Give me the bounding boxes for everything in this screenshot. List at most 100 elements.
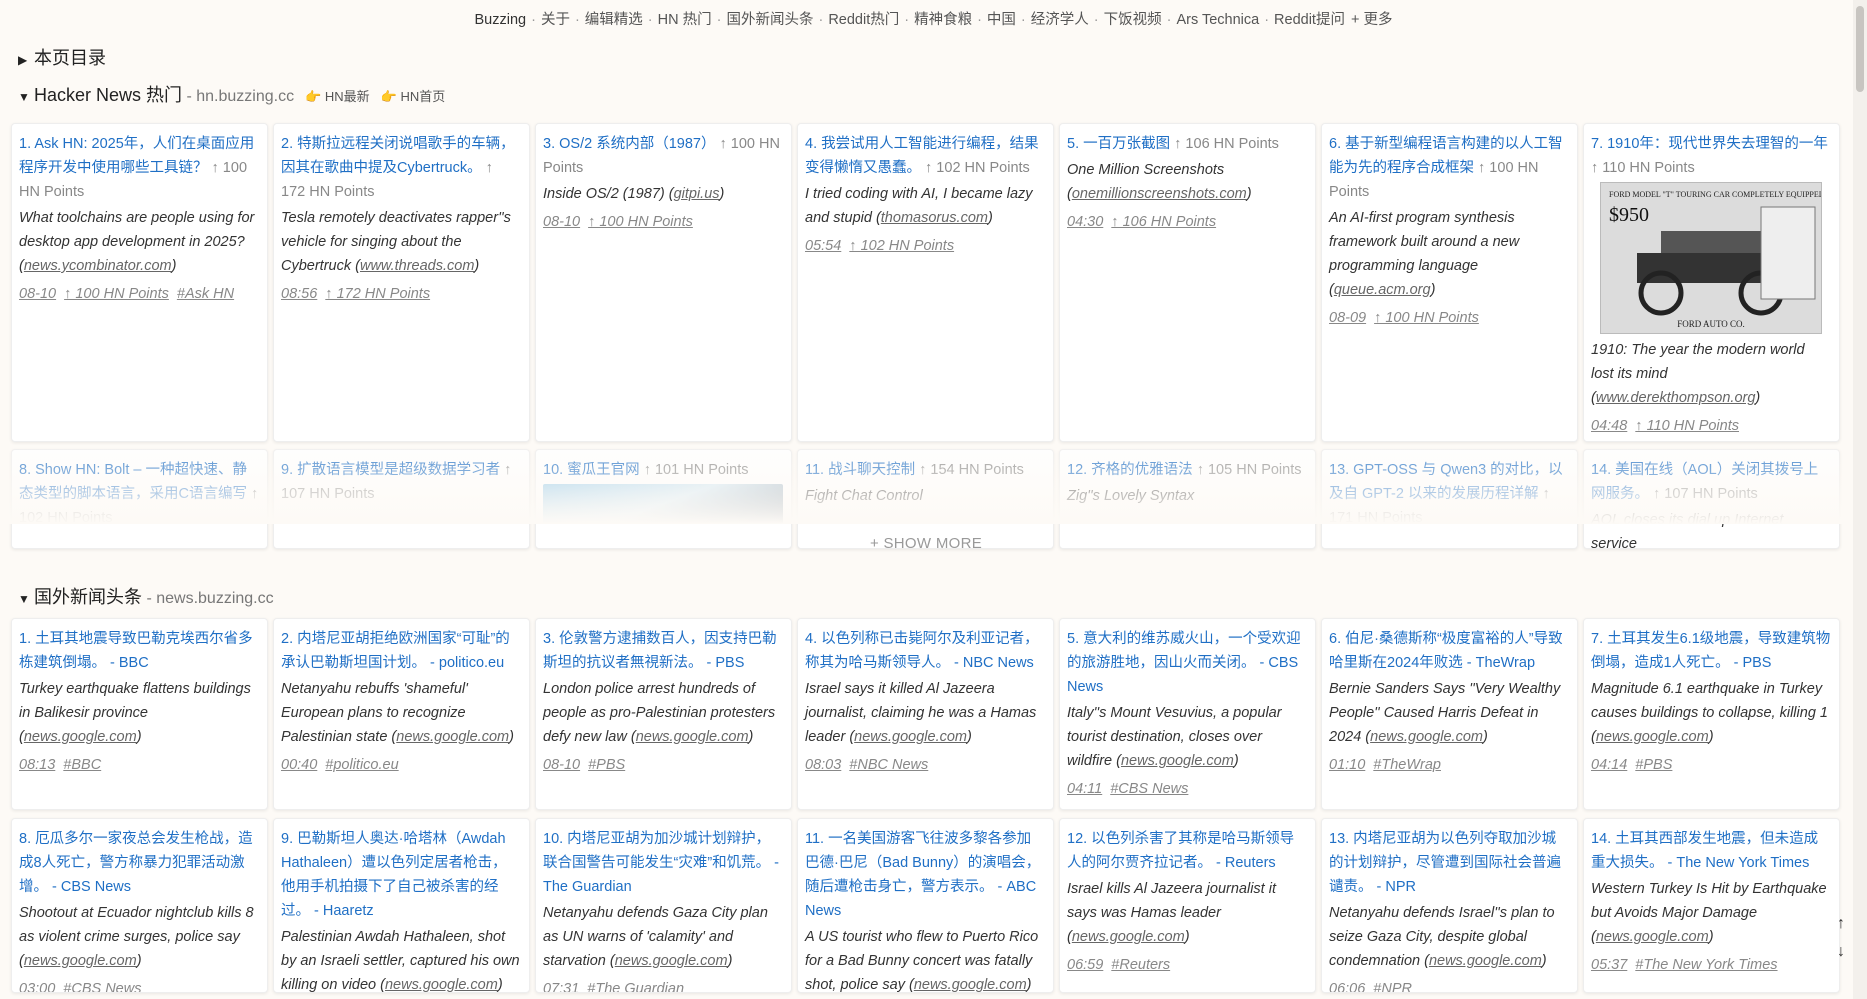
hn-card-title[interactable]: 10. 蜜瓜王官网: [543, 462, 640, 478]
news-card-source[interactable]: - BBC: [106, 655, 149, 671]
news-card-time[interactable]: 00:40: [281, 757, 317, 773]
hn-card-title[interactable]: 7. 1910年：现代世界失去理智的一年: [1591, 136, 1828, 152]
news-card-domain-link[interactable]: news.google.com: [914, 977, 1027, 992]
hn-latest-link[interactable]: 👉 HN最新: [305, 89, 370, 104]
hn-card-title[interactable]: 9. 扩散语言模型是超级数据学习者: [281, 462, 500, 478]
news-card-title[interactable]: 10. 内塔尼亚胡为加沙城计划辩护，联合国警告可能发生“灾难”和饥荒。: [543, 831, 770, 871]
news-card-domain-link[interactable]: news.google.com: [24, 729, 137, 745]
news-card-domain-link[interactable]: news.google.com: [396, 729, 509, 745]
news-card-source[interactable]: - politico.eu: [426, 655, 504, 671]
news-card-domain-link[interactable]: news.google.com: [636, 729, 749, 745]
hn-card-title[interactable]: 3. OS/2 系统内部（1987）: [543, 136, 715, 152]
news-card-time[interactable]: 08:13: [19, 757, 55, 773]
scroll-bottom-icon[interactable]: ↓: [1837, 938, 1845, 966]
news-card-time[interactable]: 07:31: [543, 981, 579, 992]
news-card-source[interactable]: - PBS: [703, 655, 745, 671]
hn-card-points-link[interactable]: ↑ 172 HN Points: [325, 286, 430, 302]
news-card-time[interactable]: 05:37: [1591, 957, 1627, 973]
news-card-domain-link[interactable]: news.google.com: [1121, 753, 1234, 769]
show-more-button[interactable]: + SHOW MORE: [0, 535, 1852, 552]
news-card-tag[interactable]: #PBS: [1635, 757, 1672, 773]
news-card-tag[interactable]: #TheWrap: [1373, 757, 1441, 773]
news-card-source[interactable]: - Haaretz: [310, 903, 374, 919]
news-card-time[interactable]: 01:10: [1329, 757, 1365, 773]
nav-link-6[interactable]: 精神食粮: [914, 12, 972, 28]
hn-card-domain-link[interactable]: queue.acm.org: [1334, 282, 1431, 298]
hn-card-points-link[interactable]: ↑ 106 HN Points: [1111, 214, 1216, 230]
toc-toggle[interactable]: ▶ 本页目录: [18, 44, 106, 70]
news-card-domain-link[interactable]: news.google.com: [1596, 929, 1709, 945]
news-card-time[interactable]: 04:14: [1591, 757, 1627, 773]
hn-card-tag[interactable]: #Ask HN: [177, 286, 234, 302]
hn-card-time[interactable]: 08-10: [543, 214, 580, 230]
hn-card-title[interactable]: 12. 齐格的优雅语法: [1067, 462, 1193, 478]
hn-card-domain-link[interactable]: thomasorus.com: [881, 210, 988, 226]
hn-card-points-link[interactable]: ↑ 102 HN Points: [849, 238, 954, 254]
news-card-domain-link[interactable]: news.google.com: [854, 729, 967, 745]
nav-link-3[interactable]: HN 热门: [658, 12, 712, 28]
news-card-time[interactable]: 06:59: [1067, 957, 1103, 973]
news-card-source[interactable]: - TheWrap: [1463, 655, 1535, 671]
news-card-tag[interactable]: #The Guardian: [587, 981, 684, 992]
news-section-heading[interactable]: ▼ 国外新闻头条 - news.buzzing.cc: [18, 583, 274, 609]
news-card-time[interactable]: 08-10: [543, 757, 580, 773]
nav-link-7[interactable]: 中国: [987, 12, 1016, 28]
hn-card-time[interactable]: 08-10: [19, 286, 56, 302]
hn-card-title[interactable]: 11. 战斗聊天控制: [805, 462, 915, 478]
hn-card-time[interactable]: 08-09: [1329, 310, 1366, 326]
scroll-top-icon[interactable]: ↑: [1837, 910, 1845, 938]
hn-card-title[interactable]: 2. 特斯拉远程关闭说唱歌手的车辆，因其在歌曲中提及Cybertruck。: [281, 136, 515, 176]
news-card-domain-link[interactable]: news.google.com: [385, 977, 498, 992]
news-domain-link[interactable]: news.buzzing.cc: [156, 590, 273, 607]
hn-home-link[interactable]: 👉 HN首页: [381, 89, 446, 104]
news-card-tag[interactable]: #PBS: [588, 757, 625, 773]
news-card-tag[interactable]: #politico.eu: [325, 757, 398, 773]
news-card-source[interactable]: - Reuters: [1212, 855, 1276, 871]
news-card-source[interactable]: - NBC News: [950, 655, 1034, 671]
news-card-tag[interactable]: #CBS News: [1110, 781, 1188, 797]
news-card-title[interactable]: 7. 土耳其发生6.1级地震，导致建筑物倒塌，造成1人死亡。: [1591, 631, 1830, 671]
hn-card-points-link[interactable]: ↑ 100 HN Points: [1374, 310, 1479, 326]
hn-card-time[interactable]: 08:56: [281, 286, 317, 302]
nav-more-link[interactable]: + 更多: [1351, 12, 1393, 28]
news-card-domain-link[interactable]: news.google.com: [1370, 729, 1483, 745]
hn-section-heading[interactable]: ▼ Hacker News 热门 - hn.buzzing.cc 👉 HN最新 👉…: [18, 81, 445, 107]
news-card-domain-link[interactable]: news.google.com: [1429, 953, 1542, 969]
nav-link-10[interactable]: Ars Technica: [1176, 12, 1259, 28]
nav-link-11[interactable]: Reddit提问: [1274, 12, 1345, 28]
news-card-tag[interactable]: #Reuters: [1111, 957, 1170, 973]
hn-card-points-link[interactable]: ↑ 100 HN Points: [588, 214, 693, 230]
news-card-tag[interactable]: #NPR: [1373, 981, 1412, 992]
hn-card-time[interactable]: 05:54: [805, 238, 841, 254]
news-card-domain-link[interactable]: news.google.com: [615, 953, 728, 969]
news-card-time[interactable]: 06:06: [1329, 981, 1365, 992]
news-card-domain-link[interactable]: news.google.com: [24, 953, 137, 969]
news-card-domain-link[interactable]: news.google.com: [1596, 729, 1709, 745]
nav-link-4[interactable]: 国外新闻头条: [726, 12, 813, 28]
news-card-source[interactable]: - NPR: [1373, 879, 1416, 895]
hn-card-title[interactable]: 8. Show HN: Bolt – 一种超快速、静态类型的脚本语言，采用C语言…: [19, 462, 247, 502]
hn-card-domain-link[interactable]: news.ycombinator.com: [24, 258, 172, 274]
news-card-source[interactable]: - CBS News: [48, 879, 131, 895]
news-card-tag[interactable]: #BBC: [63, 757, 101, 773]
news-card-time[interactable]: 04:11: [1067, 781, 1102, 797]
news-card-time[interactable]: 08:03: [805, 757, 841, 773]
news-card-time[interactable]: 03:00: [19, 981, 55, 992]
nav-link-2[interactable]: 编辑精选: [585, 12, 643, 28]
nav-link-0[interactable]: Buzzing: [475, 12, 527, 28]
nav-link-1[interactable]: 关于: [541, 12, 570, 28]
hn-card-points-link[interactable]: ↑ 110 HN Points: [1635, 418, 1739, 434]
hn-card-domain-link[interactable]: onemillionscreenshots.com: [1072, 186, 1247, 202]
scrollbar-thumb[interactable]: [1856, 6, 1864, 92]
news-card-tag[interactable]: #NBC News: [849, 757, 928, 773]
hn-card-domain-link[interactable]: www.threads.com: [360, 258, 474, 274]
news-card-source[interactable]: - PBS: [1730, 655, 1772, 671]
hn-card-time[interactable]: 04:30: [1067, 214, 1103, 230]
news-card-tag[interactable]: #The New York Times: [1635, 957, 1777, 973]
news-card-source[interactable]: - The New York Times: [1664, 855, 1810, 871]
hn-domain-link[interactable]: hn.buzzing.cc: [196, 88, 294, 105]
hn-card-domain-link[interactable]: gitpi.us: [674, 186, 720, 202]
hn-card-time[interactable]: 04:48: [1591, 418, 1627, 434]
hn-card-title[interactable]: 13. GPT-OSS 与 Qwen3 的对比，以及自 GPT-2 以来的发展历…: [1329, 462, 1563, 502]
news-card-title[interactable]: 13. 内塔尼亚胡为以色列夺取加沙城的计划辩护，尽管遭到国际社会普遍谴责。: [1329, 831, 1561, 895]
